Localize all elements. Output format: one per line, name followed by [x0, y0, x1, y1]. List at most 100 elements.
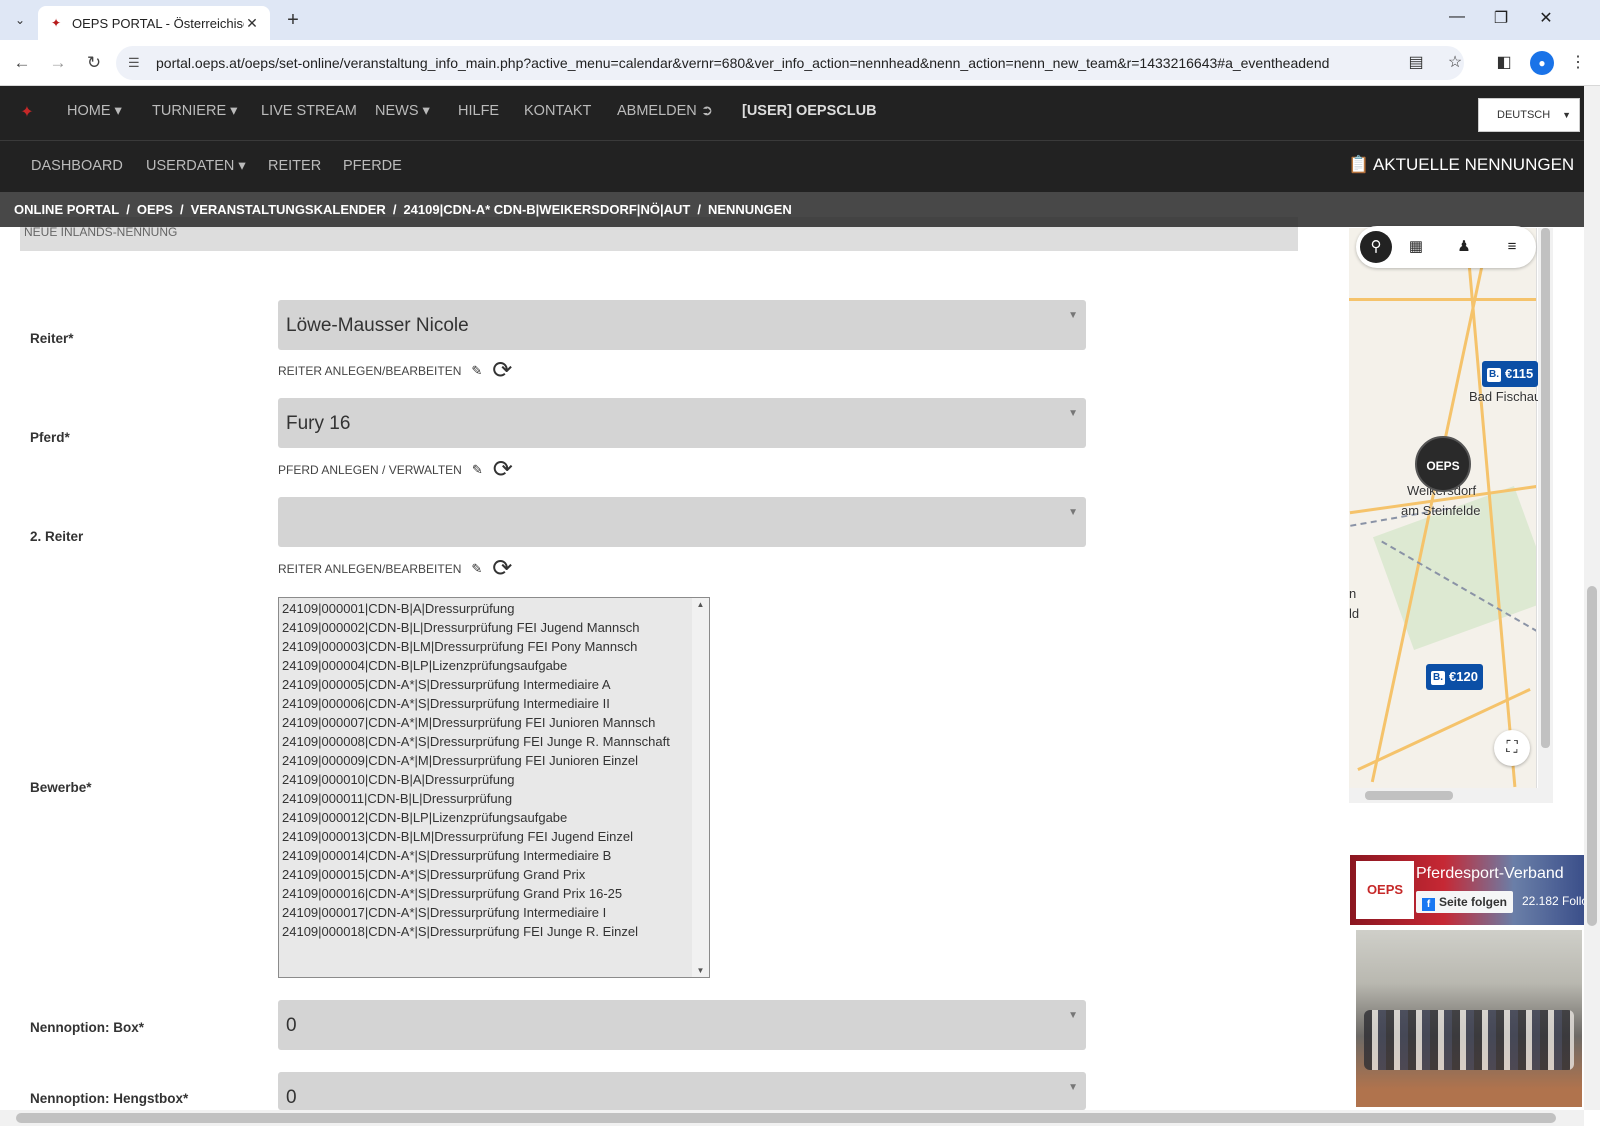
map-town-label: am Steinfelde	[1401, 503, 1481, 518]
subnav-aktuelle-nennungen[interactable]: 📋 AKTUELLE NENNUNGEN	[1348, 141, 1574, 193]
map-filter-icon[interactable]: ≡	[1496, 231, 1528, 263]
map-search-icon[interactable]: ⚲	[1360, 231, 1392, 263]
dropdown-caret-icon: ▾	[238, 158, 246, 174]
caret-down-icon: ▼	[1068, 1010, 1078, 1021]
reiter2-anlegen-link[interactable]: REITER ANLEGEN/BEARBEITEN	[278, 562, 461, 576]
subnav-userdaten[interactable]: USERDATEN ▾	[146, 141, 246, 193]
oeps-logo-icon[interactable]: ✦	[14, 100, 40, 126]
reiter-anlegen-link[interactable]: REITER ANLEGEN/BEARBEITEN	[278, 364, 461, 378]
nav-news[interactable]: NEWS ▾	[375, 86, 430, 140]
browser-tab[interactable]: ✦ OEPS PORTAL - Österreichische ✕	[38, 6, 270, 40]
close-tab-icon[interactable]: ✕	[244, 15, 260, 32]
refresh-icon[interactable]: ⟳	[492, 557, 512, 581]
breadcrumb-item[interactable]: ONLINE PORTAL	[14, 202, 119, 217]
bewerb-option[interactable]: 24109|000004|CDN-B|LP|Lizenzprüfungsaufg…	[282, 656, 709, 675]
breadcrumb-separator: /	[179, 202, 184, 217]
bewerb-option[interactable]: 24109|000015|CDN-A*|S|Dressurprüfung Gra…	[282, 865, 709, 884]
bewerb-option[interactable]: 24109|000012|CDN-B|LP|Lizenzprüfungsaufg…	[282, 808, 709, 827]
scroll-down-arrow-icon[interactable]: ▼	[692, 966, 709, 975]
breadcrumb-item[interactable]: 24109|CDN-A* CDN-B|WEIKERSDORF|NÖ|AUT	[403, 202, 690, 217]
pferd-anlegen-link[interactable]: PFERD ANLEGEN / VERWALTEN	[278, 463, 462, 477]
site-settings-icon[interactable]: ☰	[128, 55, 146, 71]
map-price-pin[interactable]: B. €115	[1482, 361, 1539, 387]
bewerb-option[interactable]: 24109|000003|CDN-B|LM|Dressurprüfung FEI…	[282, 637, 709, 656]
language-select[interactable]: DEUTSCH ▼	[1478, 98, 1580, 132]
scroll-up-arrow-icon[interactable]: ▲	[692, 600, 709, 609]
reload-icon[interactable]: ↻	[82, 51, 106, 75]
back-arrow-icon[interactable]: ←	[10, 51, 34, 75]
facebook-post-photo[interactable]	[1356, 930, 1582, 1107]
hengstbox-select[interactable]: 0 ▼	[278, 1072, 1086, 1110]
scrollbar-thumb[interactable]	[16, 1113, 1556, 1123]
forward-arrow-icon[interactable]: →	[46, 51, 70, 75]
box-select[interactable]: 0 ▼	[278, 1000, 1086, 1050]
bewerb-option[interactable]: 24109|000002|CDN-B|L|Dressurprüfung FEI …	[282, 618, 709, 637]
bewerb-option[interactable]: 24109|000013|CDN-B|LM|Dressurprüfung FEI…	[282, 827, 709, 846]
bewerb-option[interactable]: 24109|000014|CDN-A*|S|Dressurprüfung Int…	[282, 846, 709, 865]
nav-home[interactable]: HOME ▾	[67, 86, 122, 140]
nav-user[interactable]: [USER] OEPSCLUB	[742, 86, 877, 140]
map-fullscreen-icon[interactable]: ⛶	[1494, 730, 1530, 766]
bookmark-star-icon[interactable]: ☆	[1443, 46, 1467, 80]
bewerb-option[interactable]: 24109|000009|CDN-A*|M|Dressurprüfung FEI…	[282, 751, 709, 770]
map-guests-icon[interactable]: ♟	[1448, 231, 1480, 263]
side-panel-icon[interactable]: ◧	[1492, 51, 1516, 75]
bewerb-option[interactable]: 24109|000017|CDN-A*|S|Dressurprüfung Int…	[282, 903, 709, 922]
nav-live-stream[interactable]: LIVE STREAM	[261, 86, 357, 140]
reiter-select[interactable]: Löwe-Mausser Nicole ▼	[278, 300, 1086, 350]
map-road	[1349, 298, 1536, 301]
bewerb-option[interactable]: 24109|000008|CDN-A*|S|Dressurprüfung FEI…	[282, 732, 709, 751]
address-bar[interactable]: ☰ portal.oeps.at/oeps/set-online/veranst…	[116, 46, 1464, 80]
nav-kontakt[interactable]: KONTAKT	[524, 86, 591, 140]
refresh-icon[interactable]: ⟳	[493, 458, 513, 482]
listbox-scrollbar[interactable]: ▲ ▼	[692, 598, 709, 977]
facebook-page-logo[interactable]: OEPS	[1356, 861, 1414, 919]
facebook-page-name[interactable]: Pferdesport-Verband	[1416, 865, 1564, 883]
facebook-follow-button[interactable]: f Seite folgen	[1416, 891, 1514, 913]
minimize-icon[interactable]: —	[1442, 8, 1472, 26]
bewerb-option[interactable]: 24109|000016|CDN-A*|S|Dressurprüfung Gra…	[282, 884, 709, 903]
nav-turniere[interactable]: TURNIERE ▾	[152, 86, 237, 140]
reiter2-select[interactable]: ▼	[278, 497, 1086, 547]
scrollbar-thumb[interactable]	[1541, 228, 1550, 748]
bewerb-option[interactable]: 24109|000005|CDN-A*|S|Dressurprüfung Int…	[282, 675, 709, 694]
subnav-pferde[interactable]: PFERDE	[343, 141, 402, 193]
reiter2-helper: REITER ANLEGEN/BEARBEITEN ✎ ⟳	[278, 557, 512, 581]
refresh-icon[interactable]: ⟳	[492, 359, 512, 383]
edit-icon[interactable]: ✎	[472, 462, 483, 478]
map-horizontal-scrollbar[interactable]	[1349, 788, 1553, 803]
dropdown-caret-icon: ▾	[230, 103, 238, 119]
more-menu-icon[interactable]: ⋮	[1566, 51, 1590, 75]
bewerb-option[interactable]: 24109|000011|CDN-B|L|Dressurprüfung	[282, 789, 709, 808]
bewerbe-multiselect[interactable]: 24109|000001|CDN-B|A|Dressurprüfung 24109…	[278, 597, 710, 978]
map-event-marker[interactable]: OEPS	[1415, 436, 1471, 492]
bewerb-option[interactable]: 24109|000010|CDN-B|A|Dressurprüfung	[282, 770, 709, 789]
page-horizontal-scrollbar[interactable]	[0, 1110, 1584, 1126]
profile-avatar-icon[interactable]: ●	[1530, 51, 1554, 75]
subnav-dashboard[interactable]: DASHBOARD	[31, 141, 123, 193]
scrollbar-thumb[interactable]	[1365, 791, 1453, 800]
breadcrumb-item[interactable]: OEPS	[137, 202, 173, 217]
scrollbar-thumb[interactable]	[1587, 586, 1597, 926]
bewerb-option[interactable]: 24109|000007|CDN-A*|M|Dressurprüfung FEI…	[282, 713, 709, 732]
subnav-reiter[interactable]: REITER	[268, 141, 321, 193]
map-vertical-scrollbar[interactable]	[1538, 228, 1553, 788]
window-close-icon[interactable]: ✕	[1531, 8, 1561, 28]
page-vertical-scrollbar[interactable]	[1584, 86, 1600, 1110]
restore-icon[interactable]: ❐	[1486, 8, 1516, 28]
breadcrumb-item[interactable]: VERANSTALTUNGSKALENDER	[191, 202, 386, 217]
bewerb-option[interactable]: 24109|000006|CDN-A*|S|Dressurprüfung Int…	[282, 694, 709, 713]
reader-mode-icon[interactable]: ▤	[1404, 46, 1428, 80]
edit-icon[interactable]: ✎	[471, 363, 482, 379]
tab-list-chevron-icon[interactable]: ⌄	[8, 8, 32, 32]
new-tab-plus-icon[interactable]: +	[282, 9, 304, 31]
nav-hilfe[interactable]: HILFE	[458, 86, 499, 140]
edit-icon[interactable]: ✎	[471, 561, 482, 577]
bewerb-option[interactable]: 24109|000001|CDN-B|A|Dressurprüfung	[282, 599, 709, 618]
pferd-select[interactable]: Fury 16 ▼	[278, 398, 1086, 448]
facebook-page-widget[interactable]: OEPS Pferdesport-Verband f Seite folgen 2…	[1350, 855, 1584, 1107]
nav-abmelden[interactable]: ABMELDEN ➲	[617, 86, 713, 140]
map-price-pin[interactable]: B. €120	[1426, 664, 1483, 690]
bewerb-option[interactable]: 24109|000018|CDN-A*|S|Dressurprüfung FEI…	[282, 922, 709, 941]
map-calendar-icon[interactable]: ▦	[1400, 231, 1432, 263]
